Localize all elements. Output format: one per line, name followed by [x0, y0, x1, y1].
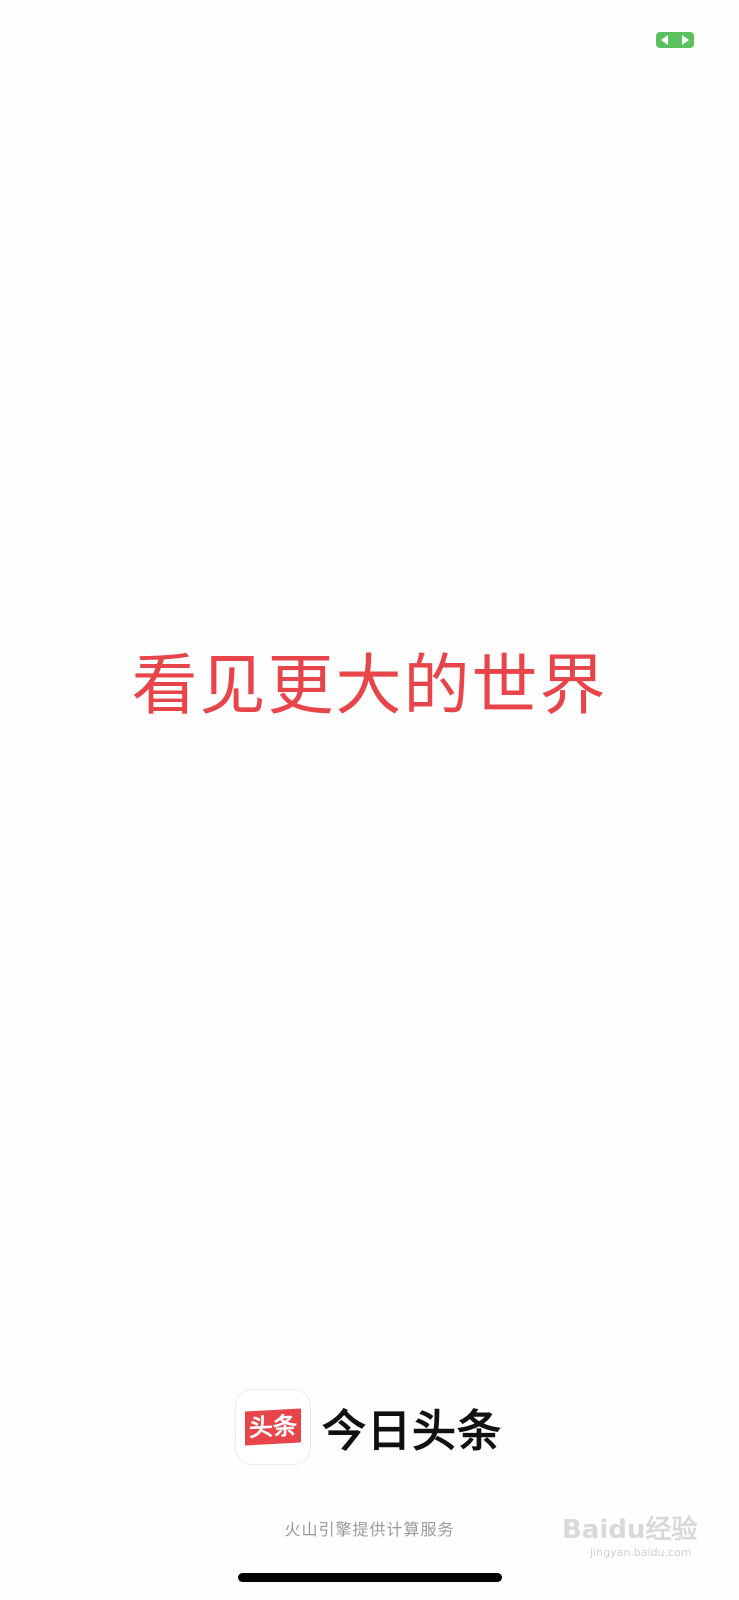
app-icon-label: 头条: [245, 1408, 301, 1446]
arrow-left-icon: [661, 35, 668, 45]
brand-name: 今日头条: [322, 1406, 502, 1457]
brand-lockup: 头条 今日头条: [236, 1390, 502, 1464]
arrow-right-icon: [682, 35, 689, 45]
splash-slogan: 看见更大的世界: [131, 647, 608, 724]
splash-screen: 看见更大的世界 头条 今日头条 火山引擎提供计算服务 Baidu经验 jingy…: [0, 0, 739, 1600]
swap-arrows-icon: [656, 32, 694, 48]
home-indicator[interactable]: [238, 1573, 502, 1582]
watermark-logo: Baidu经验: [562, 1515, 698, 1545]
app-icon: 头条: [236, 1390, 310, 1464]
watermark-url: jingyan.baidu.com: [590, 1546, 692, 1559]
